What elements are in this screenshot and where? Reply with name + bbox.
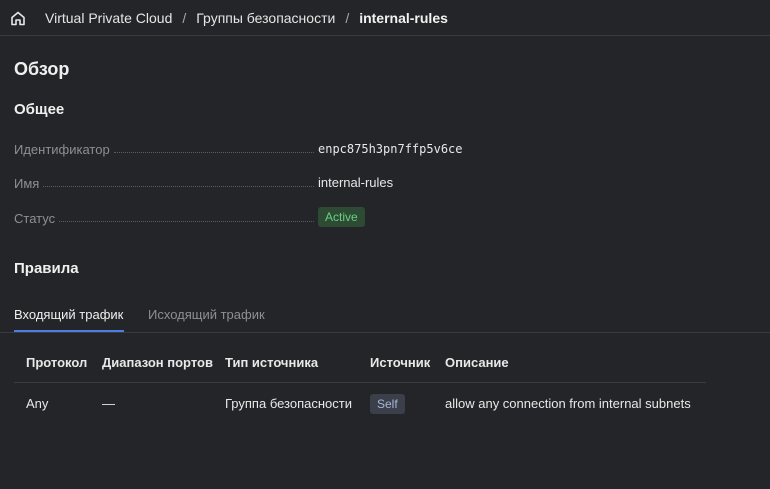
tab-ingress[interactable]: Входящий трафик [14, 307, 123, 322]
name-value: internal-rules [318, 175, 394, 190]
id-label: Идентификатор [14, 142, 110, 157]
breadcrumb-separator: / [345, 10, 350, 26]
section-rules-title: Правила [14, 260, 79, 277]
property-status: Статус [14, 206, 314, 226]
page-title: Обзор [14, 59, 70, 79]
top-bar: Virtual Private Cloud / Группы безопасно… [0, 0, 770, 36]
dotted-leader [43, 186, 314, 187]
column-header-source: Источник [370, 355, 431, 370]
breadcrumb-vpc[interactable]: Virtual Private Cloud [45, 10, 172, 26]
property-name: Имя [14, 171, 314, 191]
traffic-tabs: Входящий трафик Исходящий трафик [0, 300, 770, 333]
dotted-leader [113, 152, 314, 153]
table-divider [14, 382, 706, 383]
section-general-title: Общее [14, 101, 65, 118]
breadcrumb-security-groups[interactable]: Группы безопасности [196, 10, 335, 26]
dotted-leader [59, 221, 314, 222]
cell-source-badge: Self [370, 394, 405, 414]
column-header-protocol: Протокол [26, 355, 88, 370]
name-label: Имя [14, 176, 40, 191]
cell-ports: — [102, 396, 115, 411]
id-value[interactable]: enpc875h3pn7ffp5v6ce [318, 142, 463, 156]
breadcrumb: Virtual Private Cloud / Группы безопасно… [45, 0, 448, 36]
status-badge: Active [318, 207, 365, 227]
column-header-ports: Диапазон портов [102, 355, 213, 370]
tab-egress[interactable]: Исходящий трафик [148, 307, 265, 322]
column-header-description: Описание [445, 355, 509, 370]
breadcrumb-current: internal-rules [359, 10, 448, 26]
breadcrumb-separator: / [182, 10, 187, 26]
cell-protocol: Any [26, 396, 49, 411]
cell-description: allow any connection from internal subne… [445, 396, 691, 411]
column-header-source-type: Тип источника [225, 355, 319, 370]
property-id: Идентификатор [14, 137, 314, 157]
active-tab-indicator [14, 330, 124, 332]
status-label: Статус [14, 211, 56, 226]
home-icon[interactable] [9, 9, 27, 27]
cell-source-type: Группа безопасности [225, 396, 352, 411]
